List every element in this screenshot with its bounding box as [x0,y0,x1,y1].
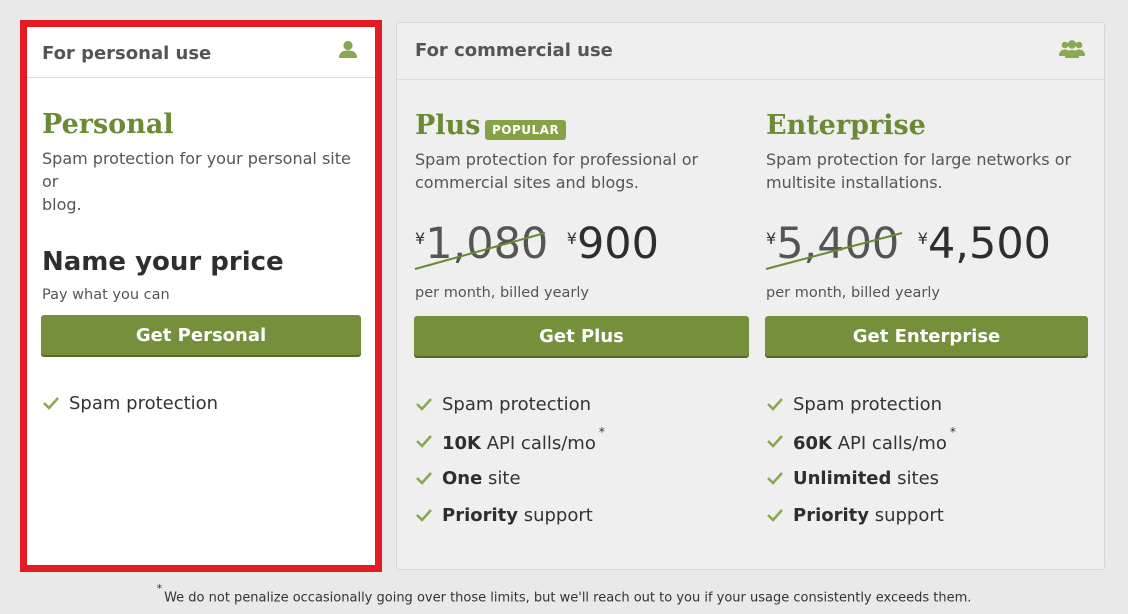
footnote-marker: * [949,425,956,439]
feature-text: Spam protection [69,393,219,414]
feature-text: Priority support [442,505,593,526]
plan-name: Personal [42,109,174,140]
price-subtitle: Pay what you can [42,287,170,303]
feature-bold: Priority [793,505,869,526]
plan-description-line: commercial sites and blogs. [415,173,639,192]
plan-description-line: Spam protection for your personal site o… [42,149,351,191]
feature-rest: support [869,505,944,526]
feature-rest: sites [891,468,940,489]
personal-plan: Personal Spam protection for your person… [41,109,372,569]
users-group-icon [1059,39,1085,64]
feature-rest: site [482,468,521,489]
check-icon [42,395,60,416]
footnote: *We do not penalize occasionally going o… [0,582,1128,606]
feature-bold: One [442,468,483,489]
plan-description-line: blog. [42,195,82,214]
enterprise-plan: Enterprise Spam protection for large net… [765,110,1090,550]
feature-bold: Priority [442,505,518,526]
check-icon [766,470,784,491]
plan-name: Enterprise [766,110,926,141]
plan-name: Plus [415,110,481,141]
feature-rest: support [518,505,593,526]
new-price: ¥900 [566,219,659,277]
check-icon [415,396,433,417]
strikethrough-line [414,232,546,270]
feature-rest: API calls/mo [481,433,596,454]
get-personal-button[interactable]: Get Personal [41,315,361,355]
feature-text: Priority support [793,505,944,526]
popular-badge: POPULAR [485,120,567,140]
price-title: Name your price [42,247,284,277]
feature-bold: 60K [793,433,832,454]
get-enterprise-button[interactable]: Get Enterprise [765,316,1088,356]
old-price: ¥5,400 [765,219,903,277]
user-icon [338,39,358,64]
get-plus-button[interactable]: Get Plus [414,316,749,356]
check-icon [415,470,433,491]
feature-text: Unlimited sites [793,468,939,489]
check-icon [415,507,433,528]
check-icon [766,396,784,417]
new-price-value: 900 [576,219,660,269]
personal-panel-title: For personal use [42,43,212,64]
price-line: ¥5,400 ¥4,500 [765,219,1051,277]
check-icon [415,433,433,454]
check-icon [766,433,784,454]
plan-description: Spam protection for your personal site o… [42,147,372,216]
feature-text: 60K API calls/mo* [793,425,956,454]
feature-rest: API calls/mo [832,433,947,454]
footnote-marker: * [598,425,605,439]
plan-description: Spam protection for professional or comm… [415,148,698,194]
check-icon [766,507,784,528]
commercial-panel-header: For commercial use [397,23,1104,80]
price-line: ¥1,080 ¥900 [414,219,659,277]
footnote-marker: * [156,582,163,595]
currency-symbol: ¥ [566,229,577,248]
new-price-value: 4,500 [927,219,1052,269]
footnote-text: We do not penalize occasionally going ov… [164,590,972,606]
plan-description-line: Spam protection for large networks or [766,150,1072,169]
new-price: ¥4,500 [917,219,1051,277]
feature-text: Spam protection [442,394,592,415]
feature-text: 10K API calls/mo* [442,425,605,454]
currency-symbol: ¥ [917,229,928,248]
commercial-plans-panel: For commercial use Plus POPULAR Spam pro… [396,22,1105,570]
billing-note: per month, billed yearly [766,285,940,301]
personal-plan-panel: For personal use Personal Spam protectio… [20,20,382,572]
commercial-panel-title: For commercial use [415,40,613,61]
plan-description-line: Spam protection for professional or [415,150,699,169]
billing-note: per month, billed yearly [415,285,589,301]
old-price: ¥1,080 [414,219,548,277]
personal-panel-header: For personal use [27,27,375,78]
plan-description-line: multisite installations. [766,173,943,192]
feature-bold: 10K [442,433,481,454]
plus-plan: Plus POPULAR Spam protection for profess… [414,110,751,550]
plan-description: Spam protection for large networks or mu… [766,148,1071,194]
feature-text: Spam protection [793,394,943,415]
strikethrough-line [765,232,903,270]
feature-text: One site [442,468,521,489]
feature-bold: Unlimited [793,468,892,489]
